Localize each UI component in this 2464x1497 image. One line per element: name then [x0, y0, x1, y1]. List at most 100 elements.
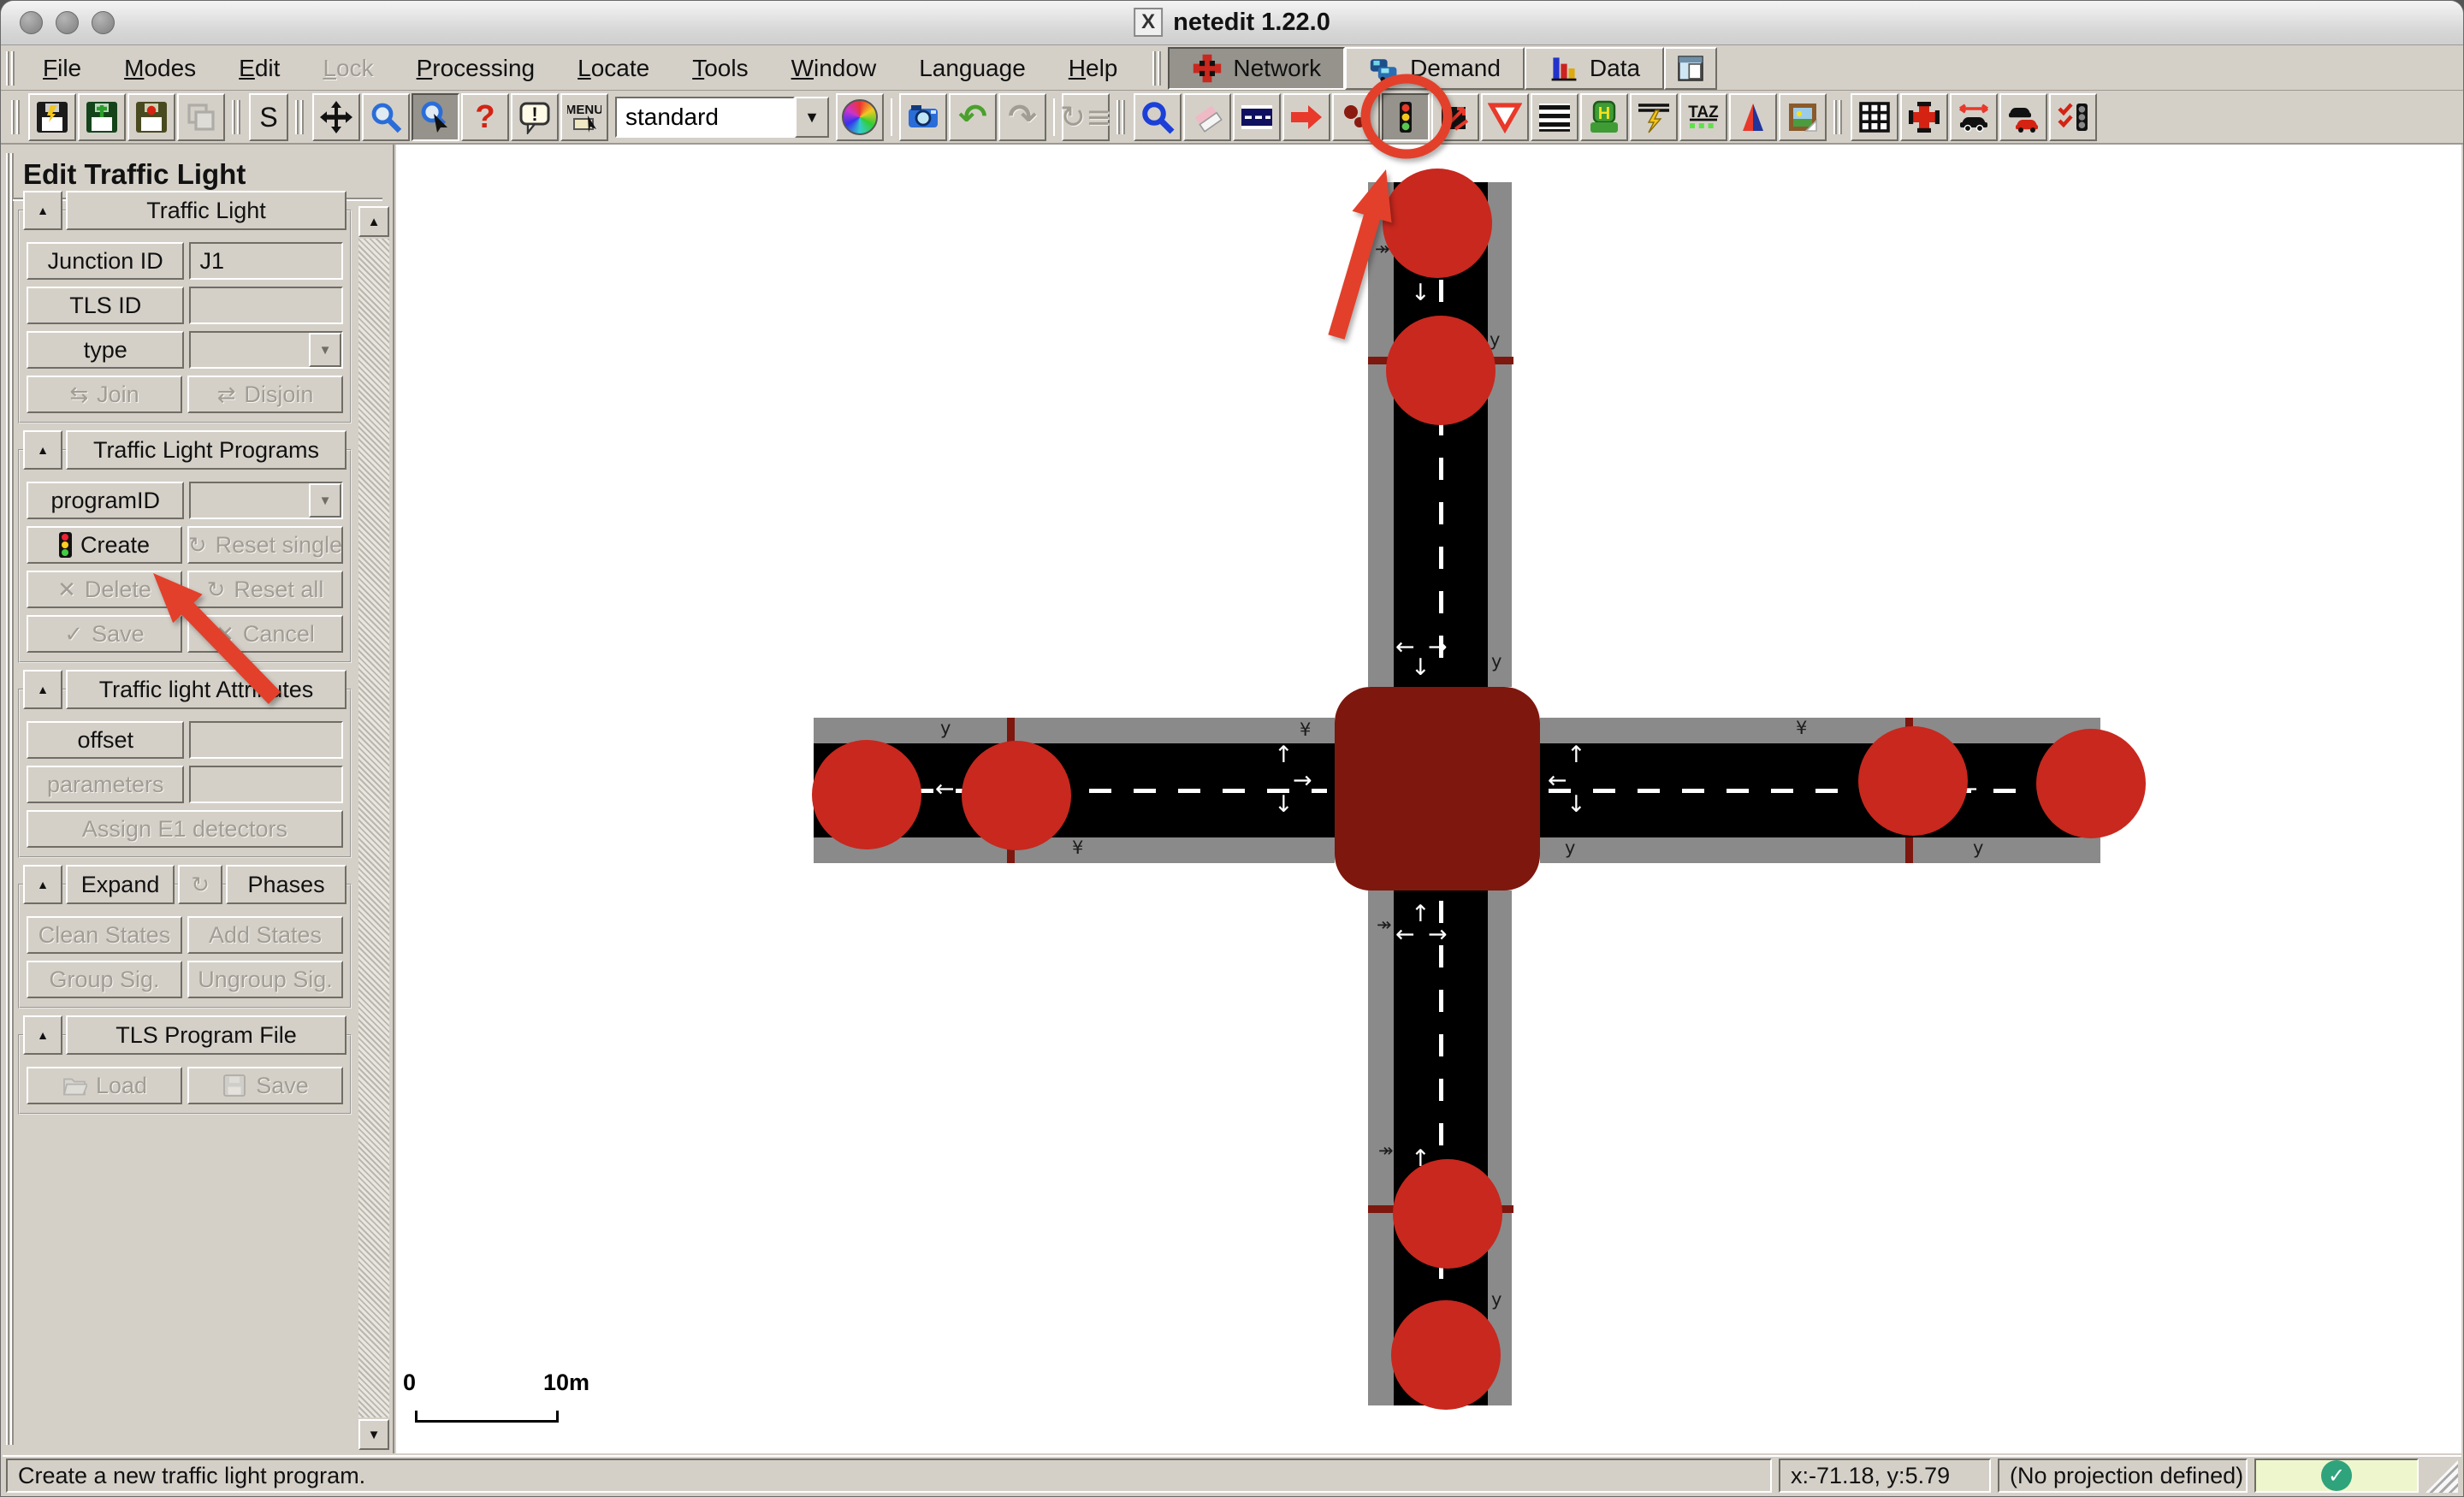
mode-button-taz[interactable]: TAZ — [1679, 93, 1727, 141]
lane-arrow: ↓ — [1411, 654, 1430, 681]
mode-button-delete[interactable] — [1183, 93, 1231, 141]
mode-button-traffic-light[interactable] — [1382, 93, 1430, 141]
message-window-button[interactable]: ! — [511, 93, 559, 141]
program-dropdown-arrow[interactable]: ▼ — [309, 483, 341, 518]
tls-id-label-button[interactable]: TLS ID — [27, 287, 185, 324]
mode-button-additional[interactable]: H — [1580, 93, 1628, 141]
scroll-down-button[interactable]: ▼ — [358, 1419, 389, 1450]
menu-item-processing[interactable]: Processing — [395, 50, 557, 87]
mode-button-connection[interactable] — [1282, 93, 1330, 141]
view-scheme-input[interactable] — [615, 97, 795, 138]
resize-grip[interactable] — [2426, 1460, 2458, 1493]
svg-text:!: ! — [531, 104, 537, 125]
menu-item-help[interactable]: Help — [1047, 50, 1140, 87]
zoom-button[interactable] — [362, 93, 410, 141]
screenshot-button[interactable] — [899, 93, 947, 141]
collapse-button[interactable]: ▲ — [23, 191, 62, 230]
create-program-button[interactable]: Create — [27, 526, 182, 564]
pedestrian-mark: y — [1973, 837, 1984, 858]
junction-bubble[interactable] — [1858, 726, 1968, 836]
junction-bubble[interactable] — [812, 740, 921, 849]
type-combo[interactable]: ▼ — [189, 331, 343, 369]
junction-bubble[interactable] — [962, 741, 1071, 850]
toggle-tls-checklist-button[interactable] — [2049, 93, 2097, 141]
mode-button-shape[interactable] — [1729, 93, 1777, 141]
toolbar-grip[interactable] — [1833, 100, 1844, 134]
cancel-button: ✕ Cancel — [187, 615, 343, 653]
toolbar-grip[interactable] — [232, 100, 242, 134]
undo-button[interactable]: ↶ — [949, 93, 997, 141]
toggle-vehicles-button[interactable] — [1999, 93, 2047, 141]
scroll-up-button[interactable]: ▲ — [358, 206, 389, 237]
s-grid-button[interactable]: S — [249, 93, 288, 141]
collapse-button[interactable]: ▲ — [23, 430, 62, 470]
view-scheme-combo[interactable]: ▼ — [615, 97, 829, 138]
offset-label-button[interactable]: offset — [27, 721, 185, 759]
supermode-network-button[interactable]: Network — [1168, 46, 1346, 90]
tls-id-field[interactable] — [189, 287, 343, 324]
junction-id-label-button[interactable]: Junction ID — [27, 242, 185, 280]
menu-item-language[interactable]: Language — [897, 50, 1047, 87]
collapse-button[interactable]: ▲ — [23, 865, 62, 904]
save-plus-button[interactable] — [78, 93, 126, 141]
program-id-label-button[interactable]: programID — [27, 482, 185, 519]
window-minimize-button[interactable] — [56, 11, 79, 34]
menu-item-edit[interactable]: Edit — [217, 50, 301, 87]
mode-button-decal[interactable] — [1779, 93, 1827, 141]
type-dropdown-arrow[interactable]: ▼ — [309, 333, 341, 367]
toolbar-grip[interactable] — [295, 100, 305, 134]
toolbar-grip[interactable] — [1152, 50, 1164, 86]
zoom-cursor-button[interactable] — [412, 93, 459, 141]
scroll-track[interactable] — [358, 239, 389, 1417]
program-id-combo[interactable]: ▼ — [189, 482, 343, 519]
toggle-junction-shape-button[interactable] — [1900, 93, 1948, 141]
toggle-car-geometry-button[interactable] — [1950, 93, 1998, 141]
junction-bubble[interactable] — [2036, 729, 2146, 838]
window-zoom-button[interactable] — [92, 11, 115, 34]
supermode-demand-button[interactable]: Demand — [1345, 46, 1525, 90]
svg-text:MENU: MENU — [567, 103, 601, 117]
toggle-grid-button[interactable] — [1851, 93, 1898, 141]
mode-button-inspect[interactable] — [1134, 93, 1182, 141]
mode-button-yield[interactable] — [1481, 93, 1529, 141]
mode-button-wire[interactable] — [1630, 93, 1678, 141]
junction-j1[interactable] — [1335, 687, 1540, 891]
junction-id-field[interactable]: J1 — [189, 242, 343, 280]
collapse-button[interactable]: ▲ — [23, 670, 62, 709]
network-canvas[interactable]: ← → ↓ ↑ ← → ↑ ↓ → ↑ ↓ ← ↓ ↑ ← ← ↠ y ¥ y … — [396, 145, 2461, 1453]
junction-bubble[interactable] — [1383, 169, 1492, 278]
menu-item-locate[interactable]: Locate — [556, 50, 671, 87]
menu-item-file[interactable]: File — [21, 50, 103, 87]
junction-bubble[interactable] — [1391, 1300, 1501, 1410]
window-close-button[interactable] — [20, 11, 43, 34]
supermode-data-button[interactable]: Data — [1524, 46, 1665, 90]
expand-button[interactable]: Expand — [66, 865, 175, 904]
toggle-frames-button[interactable] — [1664, 46, 1718, 90]
menu-popup-button[interactable]: MENU — [560, 93, 608, 141]
sidebar-scrollbar[interactable]: ▲ ▼ — [358, 206, 389, 1450]
save-sumo-config-button[interactable] — [127, 93, 175, 141]
frame-grip[interactable] — [6, 153, 15, 1445]
save-network-button[interactable] — [28, 93, 76, 141]
mode-button-crossing[interactable] — [1431, 93, 1479, 141]
offset-field[interactable] — [189, 721, 343, 759]
mode-button-prohibition[interactable] — [1332, 93, 1380, 141]
mode-button-road[interactable] — [1233, 93, 1281, 141]
collapse-button[interactable]: ▲ — [23, 1015, 62, 1055]
menu-item-modes[interactable]: Modes — [103, 50, 217, 87]
toolbar-grip[interactable] — [11, 100, 21, 134]
combo-dropdown-arrow[interactable]: ▼ — [795, 97, 829, 138]
mode-button-zebra[interactable] — [1531, 93, 1578, 141]
toolbar-grip[interactable] — [6, 50, 16, 86]
edit-scheme-button[interactable] — [836, 93, 884, 141]
menu-item-tools[interactable]: Tools — [671, 50, 769, 87]
junction-bubble[interactable] — [1393, 1159, 1502, 1269]
traffic-light-icon — [1400, 102, 1412, 133]
toolbar-grip[interactable] — [1116, 100, 1127, 134]
junction-bubble[interactable] — [1386, 316, 1496, 425]
menu-item-window[interactable]: Window — [770, 50, 898, 87]
help-button[interactable]: ? — [461, 93, 509, 141]
move-view-button[interactable] — [312, 93, 360, 141]
separator — [891, 98, 892, 136]
type-label-button[interactable]: type — [27, 331, 185, 369]
